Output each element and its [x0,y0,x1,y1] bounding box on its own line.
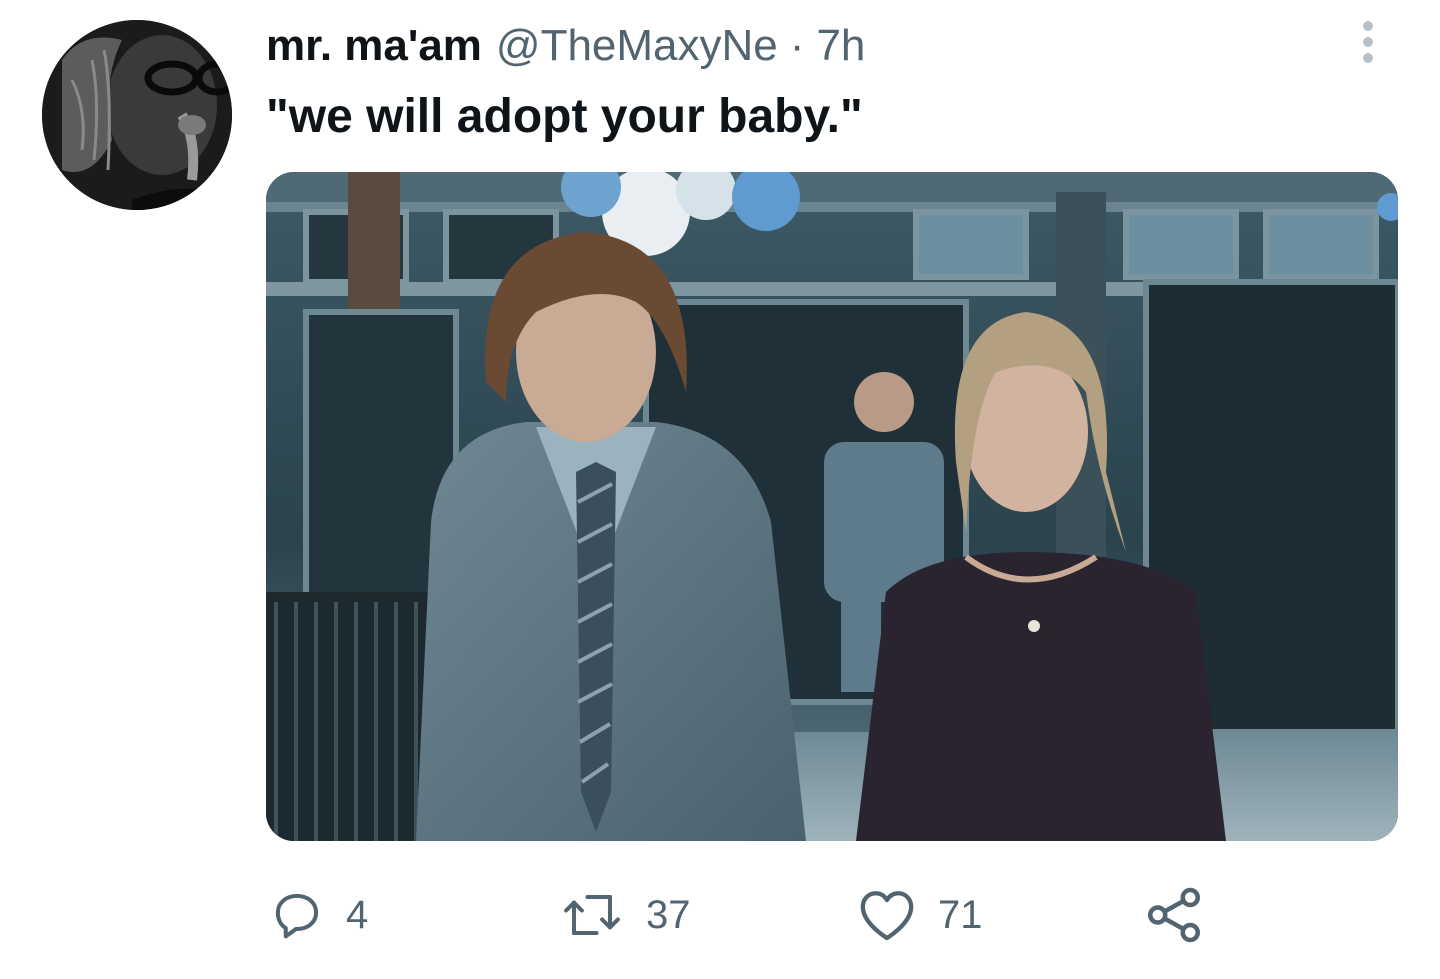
reply-count: 4 [346,892,369,937]
timestamp[interactable]: 7h [816,18,865,74]
separator: · [789,21,805,70]
more-dot [1363,53,1373,63]
more-dot [1363,37,1373,47]
avatar[interactable] [42,20,232,210]
tweet-actions: 4 37 71 [270,880,1230,950]
retweet-icon [564,894,620,936]
more-vertical-icon[interactable] [1344,14,1392,70]
retweet-button[interactable]: 37 [560,880,691,950]
reply-button[interactable]: 4 [270,880,368,950]
tweet: mr. ma'am @TheMaxyNe · 7h "we will adopt… [0,0,1440,979]
like-button[interactable]: 71 [858,880,983,950]
user-handle[interactable]: @TheMaxyNe [496,18,778,74]
tweet-header: mr. ma'am @TheMaxyNe · 7h [266,18,865,74]
heart-icon [860,891,914,941]
like-count: 71 [938,892,983,937]
share-button[interactable] [1144,880,1204,950]
display-name[interactable]: mr. ma'am [266,18,482,74]
retweet-count: 37 [646,892,691,937]
tweet-text: "we will adopt your baby." [266,90,863,143]
tweet-photo[interactable] [266,172,1398,841]
more-dot [1363,21,1373,31]
share-icon [1148,887,1200,943]
reply-icon [275,893,319,939]
